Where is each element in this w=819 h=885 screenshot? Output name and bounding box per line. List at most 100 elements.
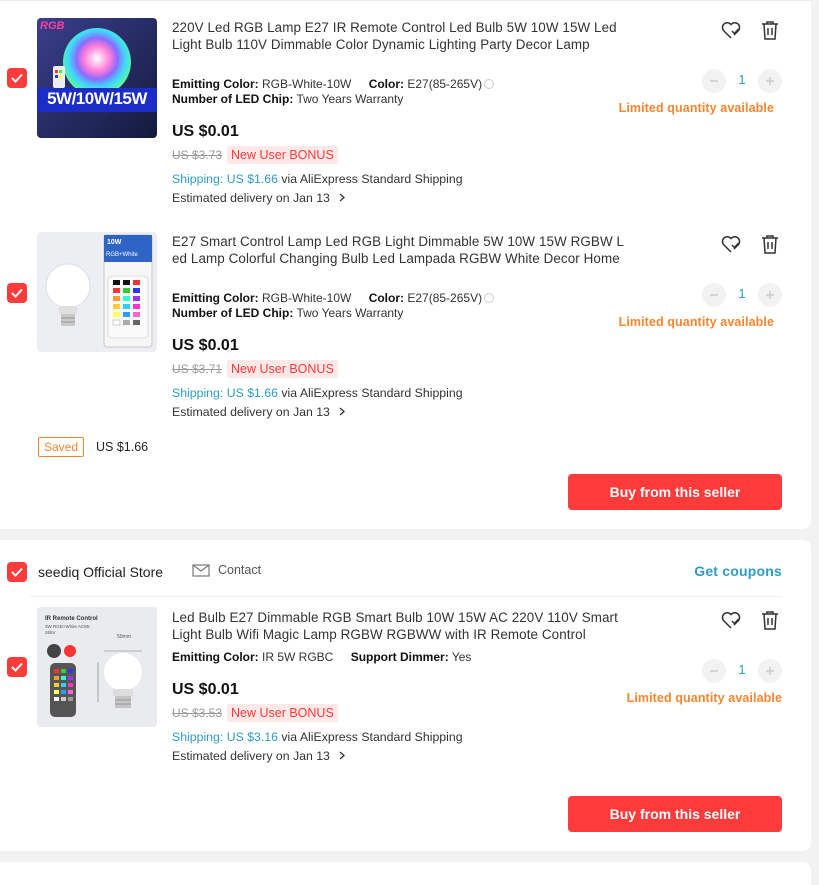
item-checkbox[interactable] [7,657,27,677]
bonus-badge: New User BONUS [227,360,338,378]
chevron-right-icon [339,407,346,416]
info-icon[interactable] [484,293,495,303]
wishlist-heart-icon[interactable] [720,233,742,255]
product-image[interactable]: RGB 5W/10W/15W [37,18,157,138]
thumb-label: 10W [107,239,122,246]
thumb-label: 50mm [117,634,131,640]
price: US $0.01 [172,681,239,698]
original-price: US $3.71 [172,362,223,376]
product-props: Emitting Color: RGB-White-10W Color: E27… [172,77,495,92]
item-checkbox[interactable] [7,68,27,88]
product-title[interactable]: 220V Led RGB Lamp E27 IR Remote Control … [172,19,627,53]
prop-label: Color: [368,291,405,305]
delivery-estimate[interactable]: Estimated delivery on Jan 13 [172,749,346,763]
buy-from-seller-button[interactable]: Buy from this seller [568,796,782,832]
saved-amount: US $1.66 [96,440,149,454]
delivery-estimate[interactable]: Estimated delivery on Jan 13 [172,405,346,419]
prop-label: Color: [368,77,405,91]
delivery-estimate[interactable]: Estimated delivery on Jan 13 [172,191,346,205]
prop-label: Support Dimmer: [350,650,449,664]
prop-label: Number of LED Chip: [172,306,294,320]
prop-label: Emitting Color: [172,650,259,664]
prop-label: Emitting Color: [172,291,259,305]
divider [0,0,811,1]
mail-icon [192,564,210,577]
product-title[interactable]: E27 Smart Control Lamp Led RGB Light Dim… [172,233,627,267]
original-price: US $3.73 [172,148,223,162]
quantity-value[interactable]: 1 [728,72,756,87]
increase-button[interactable] [758,69,782,93]
increase-button[interactable] [758,283,782,307]
decrease-button[interactable] [702,659,726,683]
info-icon[interactable] [484,79,495,89]
increase-button[interactable] [758,659,782,683]
price: US $0.01 [172,123,239,140]
prop-label: Emitting Color: [172,77,259,91]
prop-value: Two Years Warranty [296,92,404,106]
thumb-label: RGB+White [106,252,138,258]
product-props: Number of LED Chip: Two Years Warranty [172,92,403,107]
seller-card [0,862,811,885]
trash-icon[interactable] [759,19,781,41]
chevron-right-icon [339,751,346,760]
trash-icon[interactable] [759,233,781,255]
decrease-button[interactable] [702,69,726,93]
chevron-right-icon [339,193,346,202]
price: US $0.01 [172,337,239,354]
shipping-info: Shipping: US $3.16 via AliExpress Standa… [172,730,463,744]
product-props: Emitting Color: IR 5W RGBC Support Dimme… [172,650,471,665]
quantity-value[interactable]: 1 [728,286,756,301]
prop-value: E27(85-265V) [407,77,483,91]
shipping-method: via AliExpress Standard Shipping [281,386,463,400]
shipping-method: via AliExpress Standard Shipping [281,730,463,744]
stock-warning: Limited quantity available [618,315,774,329]
shipping-cost[interactable]: Shipping: US $1.66 [172,386,278,400]
seller-card: RGB 5W/10W/15W 220V Led RGB Lamp E27 IR … [0,0,811,529]
store-name[interactable]: seediq Official Store [38,564,163,580]
wishlist-heart-icon[interactable] [720,609,742,631]
prop-value: Two Years Warranty [296,306,404,320]
thumb-label: 5W/10W/15W [47,89,147,108]
shipping-info: Shipping: US $1.66 via AliExpress Standa… [172,386,463,400]
prop-value: RGB-White-10W [262,77,352,91]
item-checkbox[interactable] [7,283,27,303]
product-image[interactable]: IR Remote Control 3W RGB+White AC85-265V… [37,607,157,727]
prop-value: IR 5W RGBC [262,650,334,664]
quantity-stepper: 1 [702,283,782,307]
contact-label: Contact [218,563,262,577]
buy-from-seller-button[interactable]: Buy from this seller [568,474,782,510]
product-image[interactable]: 10W RGB+White [37,232,157,352]
prop-value: Yes [451,650,472,664]
quantity-stepper: 1 [702,69,782,93]
thumb-label: 3W RGB+White AC85-265V [45,624,91,635]
store-checkbox[interactable] [7,562,27,582]
saved-badge: Saved [38,437,85,457]
delivery-text: Estimated delivery on Jan 13 [172,191,330,205]
decrease-button[interactable] [702,283,726,307]
bonus-badge: New User BONUS [227,146,338,164]
prop-value: E27(85-265V) [407,291,483,305]
quantity-stepper: 1 [702,659,782,683]
shipping-cost[interactable]: Shipping: US $3.16 [172,730,278,744]
prop-value: RGB-White-10W [262,291,352,305]
wishlist-heart-icon[interactable] [720,19,742,41]
stock-warning: Limited quantity available [626,691,782,705]
prop-label: Number of LED Chip: [172,92,294,106]
shipping-method: via AliExpress Standard Shipping [281,172,463,186]
stock-warning: Limited quantity available [618,101,774,115]
contact-link[interactable]: Contact [192,563,261,577]
product-props: Emitting Color: RGB-White-10W Color: E27… [172,291,495,306]
original-price: US $3.53 [172,706,223,720]
thumb-label: IR Remote Control [45,616,98,622]
bonus-badge: New User BONUS [227,704,338,722]
get-coupons-link[interactable]: Get coupons [694,563,782,579]
delivery-text: Estimated delivery on Jan 13 [172,405,330,419]
thumb-label: RGB [40,20,65,32]
trash-icon[interactable] [759,609,781,631]
delivery-text: Estimated delivery on Jan 13 [172,749,330,763]
product-title[interactable]: Led Bulb E27 Dimmable RGB Smart Bulb 10W… [172,609,627,643]
quantity-value[interactable]: 1 [728,662,756,677]
divider [30,596,782,597]
shipping-cost[interactable]: Shipping: US $1.66 [172,172,278,186]
product-props: Number of LED Chip: Two Years Warranty [172,306,403,321]
